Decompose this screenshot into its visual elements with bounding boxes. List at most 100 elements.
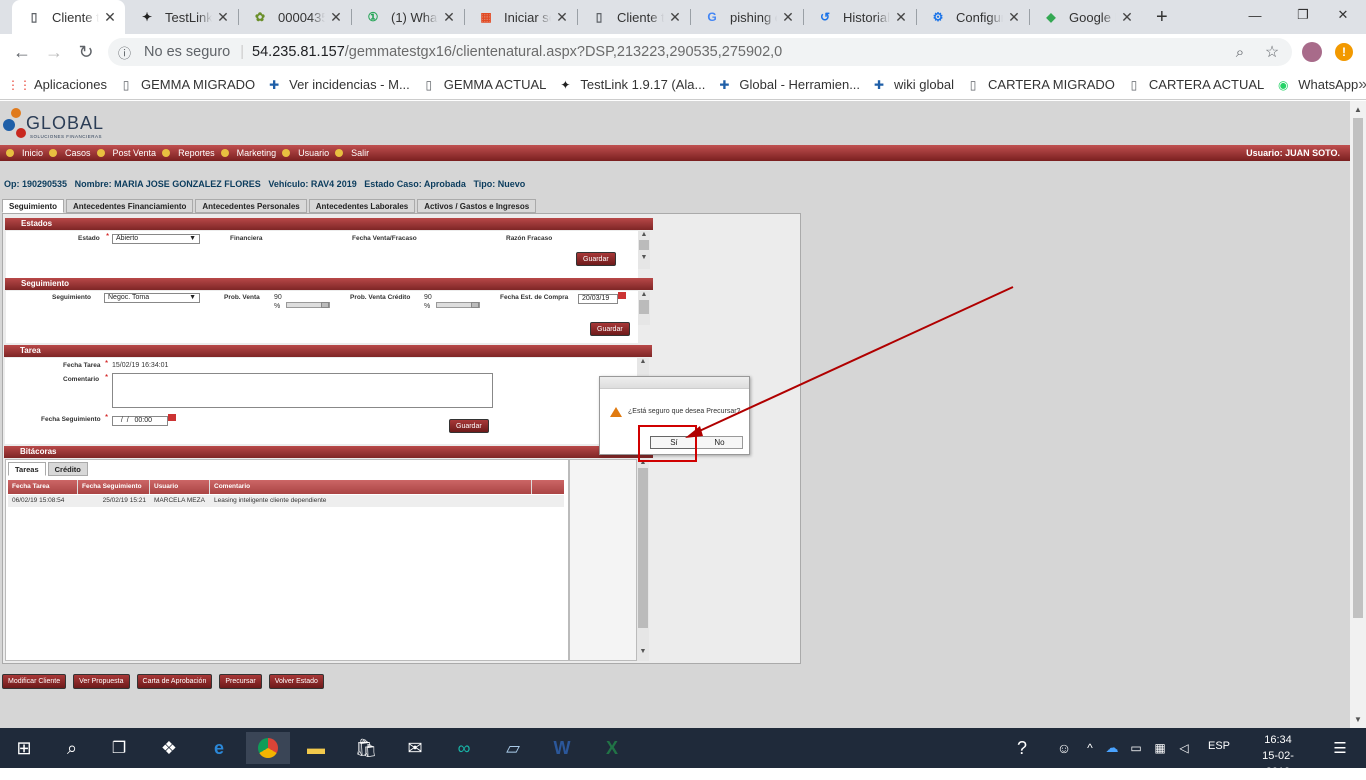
help-icon[interactable]: ? [1000, 732, 1044, 764]
mail-icon[interactable]: ✉ [393, 732, 437, 764]
bug-icon: ✿ [254, 10, 266, 24]
bookmark-8[interactable]: ▯ CARTERA MIGRADO [966, 77, 1115, 92]
new-tab-button[interactable]: + [1142, 0, 1178, 34]
close-icon[interactable]: ✕ [1003, 9, 1025, 26]
back-icon[interactable]: ← [6, 36, 38, 68]
browser-toolbar: ← → ↻ ⓘ No es seguro | 54.235.81.157 /ge… [0, 34, 1366, 70]
address-divider: | [240, 44, 245, 60]
close-icon[interactable]: ✕ [551, 9, 573, 26]
tab-4[interactable]: ① (1) WhatsApp✕ [351, 0, 464, 34]
bookmark-label: CARTERA MIGRADO [988, 77, 1115, 92]
document-icon: ▯ [969, 77, 977, 92]
store-icon[interactable]: 🛍 [344, 732, 388, 764]
page-scrollbar[interactable]: ▲ ▼ [1350, 101, 1366, 728]
onedrive-icon[interactable]: ☁ [1100, 732, 1124, 764]
bookmark-3[interactable]: ✚ Ver incidencias - M... [267, 77, 410, 92]
chevron-up-icon[interactable]: ^ [1080, 732, 1100, 764]
volume-icon[interactable]: ◁ [1172, 732, 1196, 764]
bookmark-label: TestLink 1.9.17 (Ala... [580, 77, 706, 92]
bookmark-2[interactable]: ▯ GEMMA MIGRADO [119, 77, 255, 92]
notifications-icon[interactable]: ☰ [1318, 732, 1362, 764]
bookmark-6[interactable]: ✚ Global - Herramien... [717, 77, 860, 92]
edge-icon[interactable]: e [197, 732, 241, 764]
gear-icon: ⚙ [932, 10, 944, 24]
input-language[interactable]: ESP [1208, 740, 1230, 752]
file-explorer-icon[interactable]: ▬ [294, 732, 338, 764]
close-icon[interactable]: ✕ [664, 9, 686, 26]
global-icon: ✚ [874, 77, 885, 92]
forward-icon[interactable]: → [38, 36, 70, 68]
tab-separator [690, 9, 691, 25]
maps-icon: ◆ [1046, 10, 1056, 24]
tab-separator [1029, 9, 1030, 25]
address-bar[interactable]: ⓘ No es seguro | 54.235.81.157 /gemmates… [108, 38, 1292, 66]
tab-2[interactable]: ✦ TestLink 1.9✕ [125, 0, 238, 34]
tab-label: Cliente tipo [617, 9, 664, 25]
tab-label: Historial [843, 9, 890, 25]
tab-label: 000043582 [278, 9, 325, 25]
bookmark-1[interactable]: ⋮⋮ Aplicaciones [7, 77, 107, 92]
tab-label: Cliente tipo [52, 9, 99, 25]
bookmark-label: CARTERA ACTUAL [1148, 77, 1265, 92]
tab-5[interactable]: ▦ Iniciar sesión✕ [464, 0, 577, 34]
tab-separator [577, 9, 578, 25]
word-icon[interactable]: W [540, 732, 584, 764]
notepad-icon[interactable]: ▱ [491, 732, 535, 764]
task-view-icon[interactable]: ❐ [97, 732, 141, 764]
close-icon[interactable]: ✕ [890, 9, 912, 26]
close-icon[interactable]: ✕ [777, 9, 799, 26]
window-close-button[interactable]: ✕ [1320, 0, 1366, 30]
tab-separator [916, 9, 917, 25]
apps-icon: ⋮⋮ [7, 77, 31, 92]
network-icon[interactable]: ▦ [1148, 732, 1172, 764]
close-icon[interactable]: ✕ [1116, 9, 1138, 26]
bookmark-label: GEMMA MIGRADO [141, 77, 256, 92]
bookmark-5[interactable]: ✦ TestLink 1.9.17 (Ala... [558, 77, 705, 92]
profile-avatar[interactable] [1296, 36, 1328, 68]
windows-start-icon[interactable]: ⊞ [2, 732, 46, 764]
close-icon[interactable]: ✕ [99, 9, 121, 26]
tab-8[interactable]: ↺ Historial ✕ [803, 0, 916, 34]
tab-1[interactable]: ▯ Cliente tipo✕ [12, 0, 125, 34]
update-alert-icon[interactable]: ! [1328, 36, 1360, 68]
tab-10[interactable]: ◆ Google Maps✕ [1029, 0, 1142, 34]
bookmark-label: Ver incidencias - M... [289, 77, 410, 92]
close-icon[interactable]: ✕ [212, 9, 234, 26]
global-icon: ✚ [269, 77, 280, 92]
bookmark-4[interactable]: ▯ GEMMA ACTUAL [422, 77, 546, 92]
clock[interactable]: 16:34 15-02-2019 [1252, 732, 1304, 780]
search-icon[interactable]: ⌕ [50, 732, 94, 764]
document-icon: ▯ [1130, 77, 1138, 92]
dropbox-icon[interactable]: ❖ [147, 732, 191, 764]
tab-separator [803, 9, 804, 25]
bookmark-star-icon[interactable]: ☆ [1256, 36, 1288, 68]
microsoft-icon: ▦ [480, 10, 492, 24]
tab-separator [238, 9, 239, 25]
document-icon: ▯ [425, 77, 433, 92]
tab-3[interactable]: ✿ 000043582✕ [238, 0, 351, 34]
battery-icon[interactable]: ▭ [1124, 732, 1148, 764]
close-icon[interactable]: ✕ [438, 9, 460, 26]
arduino-icon[interactable]: ∞ [442, 732, 486, 764]
url-path: /gemmatestgx16/clientenatural.aspx?DSP,2… [344, 44, 783, 60]
window-minimize-button[interactable]: — [1232, 0, 1278, 30]
reload-icon[interactable]: ↻ [70, 36, 102, 68]
bookmark-7[interactable]: ✚ wiki global [872, 77, 954, 92]
info-icon[interactable]: ⓘ [118, 43, 144, 62]
tab-separator [464, 9, 465, 25]
bookmark-label: Global - Herramien... [739, 77, 861, 92]
bookmark-9[interactable]: ▯ CARTERA ACTUAL [1127, 77, 1265, 92]
clock-time: 16:34 [1264, 734, 1292, 746]
bookmark-10[interactable]: ◉ WhatsApp [1276, 77, 1358, 92]
tab-separator [351, 9, 352, 25]
tab-7[interactable]: Gpishing ejemplo✕ [690, 0, 803, 34]
tab-9[interactable]: ⚙ Configuración✕ [916, 0, 1029, 34]
tab-6[interactable]: ▯ Cliente tipo✕ [577, 0, 690, 34]
bookmarks-overflow-icon[interactable]: » [1358, 76, 1366, 94]
excel-icon[interactable]: X [590, 732, 634, 764]
bookmark-label: wiki global [894, 77, 955, 92]
chrome-icon[interactable] [246, 732, 290, 764]
tab-label: TestLink 1.9 [165, 9, 212, 25]
zoom-icon[interactable]: ⌕ [1224, 36, 1256, 68]
close-icon[interactable]: ✕ [325, 9, 347, 26]
